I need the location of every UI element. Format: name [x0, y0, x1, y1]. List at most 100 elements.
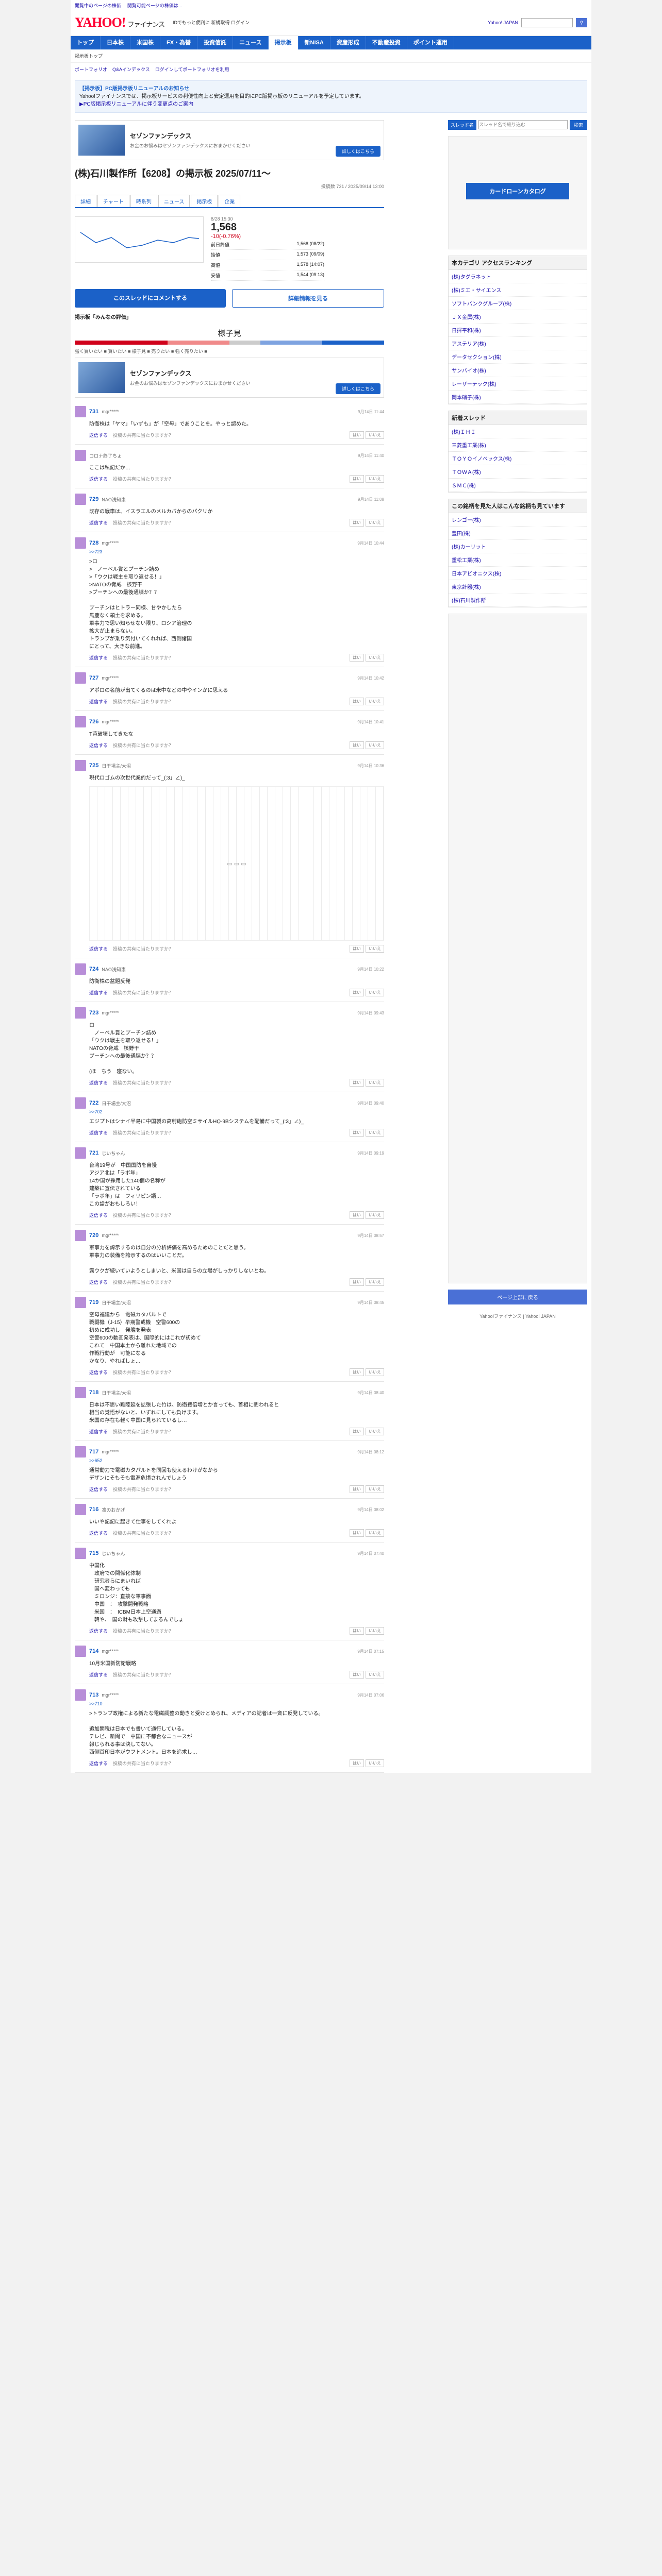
reply-button[interactable]: 返信する — [89, 432, 108, 438]
tab-history[interactable]: 時系列 — [130, 195, 157, 207]
avatar[interactable] — [75, 672, 86, 684]
tab-board[interactable]: 掲示板 — [191, 195, 218, 207]
avatar[interactable] — [75, 1646, 86, 1657]
ranking-item[interactable]: レーザーテック(株) — [449, 377, 587, 391]
reply-link[interactable]: >>710 — [89, 1701, 103, 1706]
ranking-item[interactable]: 日揮平和(株) — [449, 324, 587, 337]
gnav-nisa[interactable]: 新NISA — [299, 36, 330, 49]
vote-no-button[interactable]: いいえ — [366, 1759, 384, 1767]
portfolio-link[interactable]: ポートフォリオ — [75, 66, 107, 73]
avatar[interactable] — [75, 1689, 86, 1701]
post-author[interactable]: mgr***** — [102, 1692, 119, 1698]
vote-yes-button[interactable]: はい — [350, 945, 364, 953]
post-author[interactable]: 日干場主/大沼 — [102, 1299, 131, 1306]
vote-no-button[interactable]: いいえ — [366, 475, 384, 483]
avatar[interactable] — [75, 963, 86, 975]
vote-no-button[interactable]: いいえ — [366, 698, 384, 705]
post-author[interactable]: mgr***** — [102, 409, 119, 414]
avatar[interactable] — [75, 1446, 86, 1458]
vote-no-button[interactable]: いいえ — [366, 1428, 384, 1435]
header-search-input[interactable] — [521, 18, 573, 27]
yahoo-japan-link[interactable]: Yahoo! JAPAN — [488, 20, 518, 25]
vote-yes-button[interactable]: はい — [350, 1129, 364, 1137]
post-author[interactable]: mgr***** — [102, 1233, 119, 1238]
ranking-item[interactable]: サンバイオ(株) — [449, 364, 587, 377]
avatar[interactable] — [75, 1147, 86, 1159]
tab-chart[interactable]: チャート — [97, 195, 129, 207]
vote-yes-button[interactable]: はい — [350, 989, 364, 996]
post-author[interactable]: mgr***** — [102, 540, 119, 546]
thread-search-button[interactable]: 検索 — [569, 120, 587, 130]
avatar[interactable] — [75, 1504, 86, 1515]
reply-button[interactable]: 返信する — [89, 1760, 108, 1767]
vote-no-button[interactable]: いいえ — [366, 519, 384, 527]
also-viewed-item[interactable]: (株)カーリット — [449, 540, 587, 553]
vote-no-button[interactable]: いいえ — [366, 741, 384, 749]
vote-yes-button[interactable]: はい — [350, 1759, 364, 1767]
reply-button[interactable]: 返信する — [89, 1079, 108, 1086]
reply-button[interactable]: 返信する — [89, 1530, 108, 1536]
vote-yes-button[interactable]: はい — [350, 1529, 364, 1537]
gnav-jp-stocks[interactable]: 日本株 — [101, 36, 130, 49]
post-author[interactable]: 日干場主/大沼 — [102, 762, 131, 769]
post-author[interactable]: NAO浅知恵 — [102, 966, 126, 973]
vote-yes-button[interactable]: はい — [350, 1671, 364, 1679]
top-link-2[interactable]: 閲覧可能ページの株価は... — [127, 2, 182, 8]
gnav-realestate[interactable]: 不動産投資 — [366, 36, 407, 49]
login-portfolio-link[interactable]: ログインしてポートフォリオを利用 — [155, 66, 229, 73]
breadcrumb[interactable]: 掲示板トップ — [71, 49, 591, 63]
post-author[interactable]: じいちゃん — [102, 1550, 125, 1557]
vote-no-button[interactable]: いいえ — [366, 431, 384, 439]
vote-yes-button[interactable]: はい — [350, 1211, 364, 1219]
post-author[interactable]: mgr***** — [102, 1449, 119, 1454]
avatar[interactable] — [75, 1007, 86, 1019]
comment-button[interactable]: このスレッドにコメントする — [75, 289, 226, 308]
post-author[interactable]: 日干場主/大沼 — [102, 1100, 131, 1107]
new-thread-item[interactable]: 三菱重工業(株) — [449, 438, 587, 452]
vote-yes-button[interactable]: はい — [350, 1428, 364, 1435]
new-thread-item[interactable]: ＳＭＣ(株) — [449, 479, 587, 492]
post-author[interactable]: 日干場主/大沼 — [102, 1389, 131, 1396]
vote-yes-button[interactable]: はい — [350, 654, 364, 662]
vote-yes-button[interactable]: はい — [350, 1079, 364, 1087]
reply-link[interactable]: >>652 — [89, 1458, 103, 1463]
vote-no-button[interactable]: いいえ — [366, 1079, 384, 1087]
vote-yes-button[interactable]: はい — [350, 475, 364, 483]
avatar[interactable] — [75, 1548, 86, 1559]
vote-no-button[interactable]: いいえ — [366, 1278, 384, 1286]
top-link-1[interactable]: 閲覧中のページの株価 — [75, 2, 121, 8]
vote-no-button[interactable]: いいえ — [366, 1671, 384, 1679]
also-viewed-item[interactable]: 豊田(株) — [449, 527, 587, 540]
post-author[interactable]: コロナ終了ちょ — [89, 452, 122, 459]
reply-button[interactable]: 返信する — [89, 1279, 108, 1285]
yahoo-logo[interactable]: YAHOO! ファイナンス — [75, 15, 165, 30]
post-author[interactable]: 凛のおかげ — [102, 1506, 125, 1513]
avatar[interactable] — [75, 1387, 86, 1398]
new-thread-item[interactable]: ＴＯＹＯイノベックス(株) — [449, 452, 587, 465]
new-thread-item[interactable]: (株)ＩＨＩ — [449, 425, 587, 438]
gnav-points[interactable]: ポイント運用 — [407, 36, 454, 49]
ranking-item[interactable]: アステリア(株) — [449, 337, 587, 350]
side-ad-slot[interactable]: カードローンカタログ — [448, 136, 587, 249]
vote-yes-button[interactable]: はい — [350, 519, 364, 527]
reply-button[interactable]: 返信する — [89, 698, 108, 705]
post-author[interactable]: mgr***** — [102, 675, 119, 681]
ranking-item[interactable]: データセクション(株) — [449, 350, 587, 364]
gnav-asset[interactable]: 資産形成 — [330, 36, 366, 49]
reply-button[interactable]: 返信する — [89, 476, 108, 482]
ranking-item[interactable]: (株)ミエ・サイエンス — [449, 283, 587, 297]
vote-no-button[interactable]: いいえ — [366, 1485, 384, 1493]
reply-link[interactable]: >>702 — [89, 1109, 103, 1114]
reply-link[interactable]: >>723 — [89, 549, 103, 554]
ad-banner[interactable]: セゾンファンデックス お金のお悩みはセゾンファンデックスにおまかせください 詳し… — [75, 120, 384, 160]
reply-button[interactable]: 返信する — [89, 989, 108, 996]
post-author[interactable]: mgr***** — [102, 719, 119, 724]
also-viewed-item[interactable]: 重松工業(株) — [449, 553, 587, 567]
reply-button[interactable]: 返信する — [89, 654, 108, 661]
vote-no-button[interactable]: いいえ — [366, 1129, 384, 1137]
gnav-top[interactable]: トップ — [71, 36, 101, 49]
reply-button[interactable]: 返信する — [89, 1129, 108, 1136]
reply-button[interactable]: 返信する — [89, 1628, 108, 1634]
avatar[interactable] — [75, 1297, 86, 1308]
card-loan-ad[interactable]: カードローンカタログ — [466, 183, 569, 199]
